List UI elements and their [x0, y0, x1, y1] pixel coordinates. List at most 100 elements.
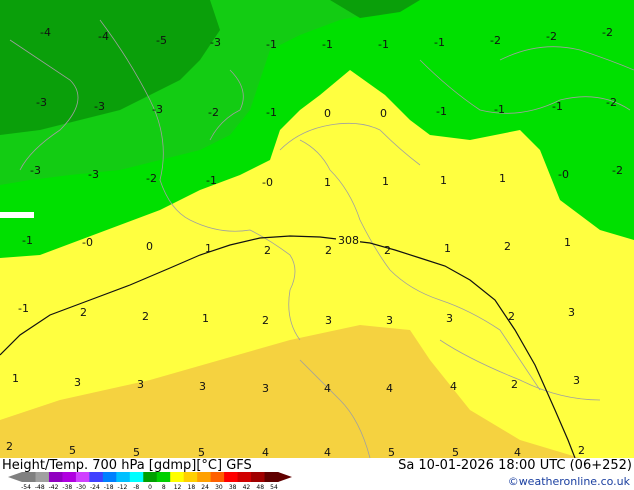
temperature-label: -1: [436, 105, 447, 118]
temperature-label: -1: [18, 302, 29, 315]
colorbar-swatch: [264, 472, 279, 482]
valid-datetime: Sa 10-01-2026 18:00 UTC (06+252): [398, 458, 632, 473]
map-title: Height/Temp. 700 hPa [gdmp][°C] GFS: [2, 458, 252, 473]
temperature-label: 4: [450, 380, 457, 393]
temperature-label: -4: [40, 26, 51, 39]
colorbar-tick-label: -8: [133, 484, 139, 490]
colorbar-swatch: [116, 472, 131, 482]
colorbar-tick-label: -42: [49, 484, 59, 490]
colorbar-swatch: [62, 472, 77, 482]
temperature-label: 1: [440, 174, 447, 187]
temperature-label: 3: [137, 378, 144, 391]
colorbar-swatch: [22, 472, 36, 482]
temperature-label: -3: [30, 164, 41, 177]
colorbar-swatch: [102, 472, 117, 482]
temperature-label: -3: [152, 103, 163, 116]
colorbar-tick-label: -38: [62, 484, 72, 490]
temperature-label: -3: [88, 168, 99, 181]
colorbar-swatch: [197, 472, 212, 482]
footer: Height/Temp. 700 hPa [gdmp][°C] GFS Sa 1…: [0, 458, 634, 490]
colorbar-tick-label: 30: [215, 484, 223, 490]
temperature-label: 2: [262, 314, 269, 327]
temperature-label: -0: [262, 176, 273, 189]
temperature-label: -1: [494, 103, 505, 116]
colorbar-swatch: [75, 472, 90, 482]
colorbar-tick-label: 8: [162, 484, 166, 490]
temperature-label: 1: [202, 312, 209, 325]
temperature-label: 1: [12, 372, 19, 385]
temperature-label: -1: [378, 38, 389, 51]
colorbar-tick-label: 24: [201, 484, 209, 490]
colorbar-swatch: [129, 472, 144, 482]
temperature-label: 2: [578, 444, 585, 457]
temperature-label: 2: [80, 306, 87, 319]
temperature-label: 0: [146, 240, 153, 253]
temperature-label: 5: [133, 446, 140, 458]
colorbar-tick-label: -12: [118, 484, 128, 490]
colorbar-tick-label: 38: [229, 484, 237, 490]
colorbar-tick-label: 18: [188, 484, 196, 490]
temperature-label: -1: [322, 38, 333, 51]
temperature-label: -1: [266, 106, 277, 119]
temperature-label: 2: [504, 240, 511, 253]
temperature-label: -2: [606, 96, 617, 109]
colorbar-swatch: [210, 472, 225, 482]
temperature-label: 3: [446, 312, 453, 325]
temperature-label: -2: [602, 26, 613, 39]
temperature-label: 4: [324, 382, 331, 395]
colorbar-tick-label: 42: [243, 484, 251, 490]
credit-link[interactable]: ©weatheronline.co.uk: [508, 475, 630, 488]
colorbar-swatch: [237, 472, 252, 482]
temperature-label: -0: [82, 236, 93, 249]
temperature-label: -2: [546, 30, 557, 43]
temperature-label: 4: [514, 446, 521, 458]
temperature-label: -2: [612, 164, 623, 177]
temperature-label: 3: [199, 380, 206, 393]
colorbar-tick-label: -48: [35, 484, 45, 490]
colorbar-tick-label: 48: [256, 484, 264, 490]
colorbar-swatch: [48, 472, 63, 482]
weather-map: 308 -4 -4 -5 -3 -1 -1 -1 -1 -2 -2 -2 -3 -3 -3 -2 -1 0 0 -1…: [0, 0, 634, 458]
colorbar-swatch: [143, 472, 158, 482]
colorbar-tick-label: 0: [148, 484, 152, 490]
colorbar-tick-label: -54: [21, 484, 31, 490]
temperature-label: 0: [324, 107, 331, 120]
temperature-label: 5: [388, 446, 395, 458]
temperature-label: 3: [386, 314, 393, 327]
colorbar-tick-label: -24: [90, 484, 100, 490]
temperature-label: 4: [324, 446, 331, 458]
temperature-label: -1: [552, 100, 563, 113]
temperature-label: -0: [558, 168, 569, 181]
temperature-label: 3: [325, 314, 332, 327]
temperature-label: 3: [573, 374, 580, 387]
temperature-label: 0: [380, 107, 387, 120]
temperature-label: 2: [384, 244, 391, 257]
colorbar-swatch: [35, 472, 50, 482]
colorbar-swatch: [156, 472, 171, 482]
temperature-label: -3: [210, 36, 221, 49]
temperature-label: -3: [36, 96, 47, 109]
temperature-label: 4: [262, 446, 269, 458]
temperature-label: 5: [198, 446, 205, 458]
temperature-label: 5: [69, 444, 76, 457]
temperature-label: 4: [386, 382, 393, 395]
colorbar-swatch: [89, 472, 104, 482]
colorbar-swatch: [170, 472, 185, 482]
temperature-label: 1: [444, 242, 451, 255]
colorbar-tick-label: -30: [76, 484, 86, 490]
colorbar-tick-label: -18: [104, 484, 114, 490]
temperature-label: -1: [22, 234, 33, 247]
temperature-label: -5: [156, 34, 167, 47]
temperature-label: 2: [264, 244, 271, 257]
temperature-label: 2: [508, 310, 515, 323]
colorbar-low-arrow: [8, 472, 22, 482]
colorbar-swatch: [224, 472, 239, 482]
temperature-label: -1: [266, 38, 277, 51]
temperature-label: 2: [142, 310, 149, 323]
temperature-label: -2: [208, 106, 219, 119]
contour-label: 308: [338, 234, 359, 247]
colorbar-high-arrow: [278, 472, 292, 482]
temperature-label: 1: [564, 236, 571, 249]
colorbar: -54 -48 -42 -38 -30 -24 -18 -12 -8 0 8 12 18 24 30 38 42…: [8, 472, 292, 490]
colorbar-swatch: [251, 472, 266, 482]
